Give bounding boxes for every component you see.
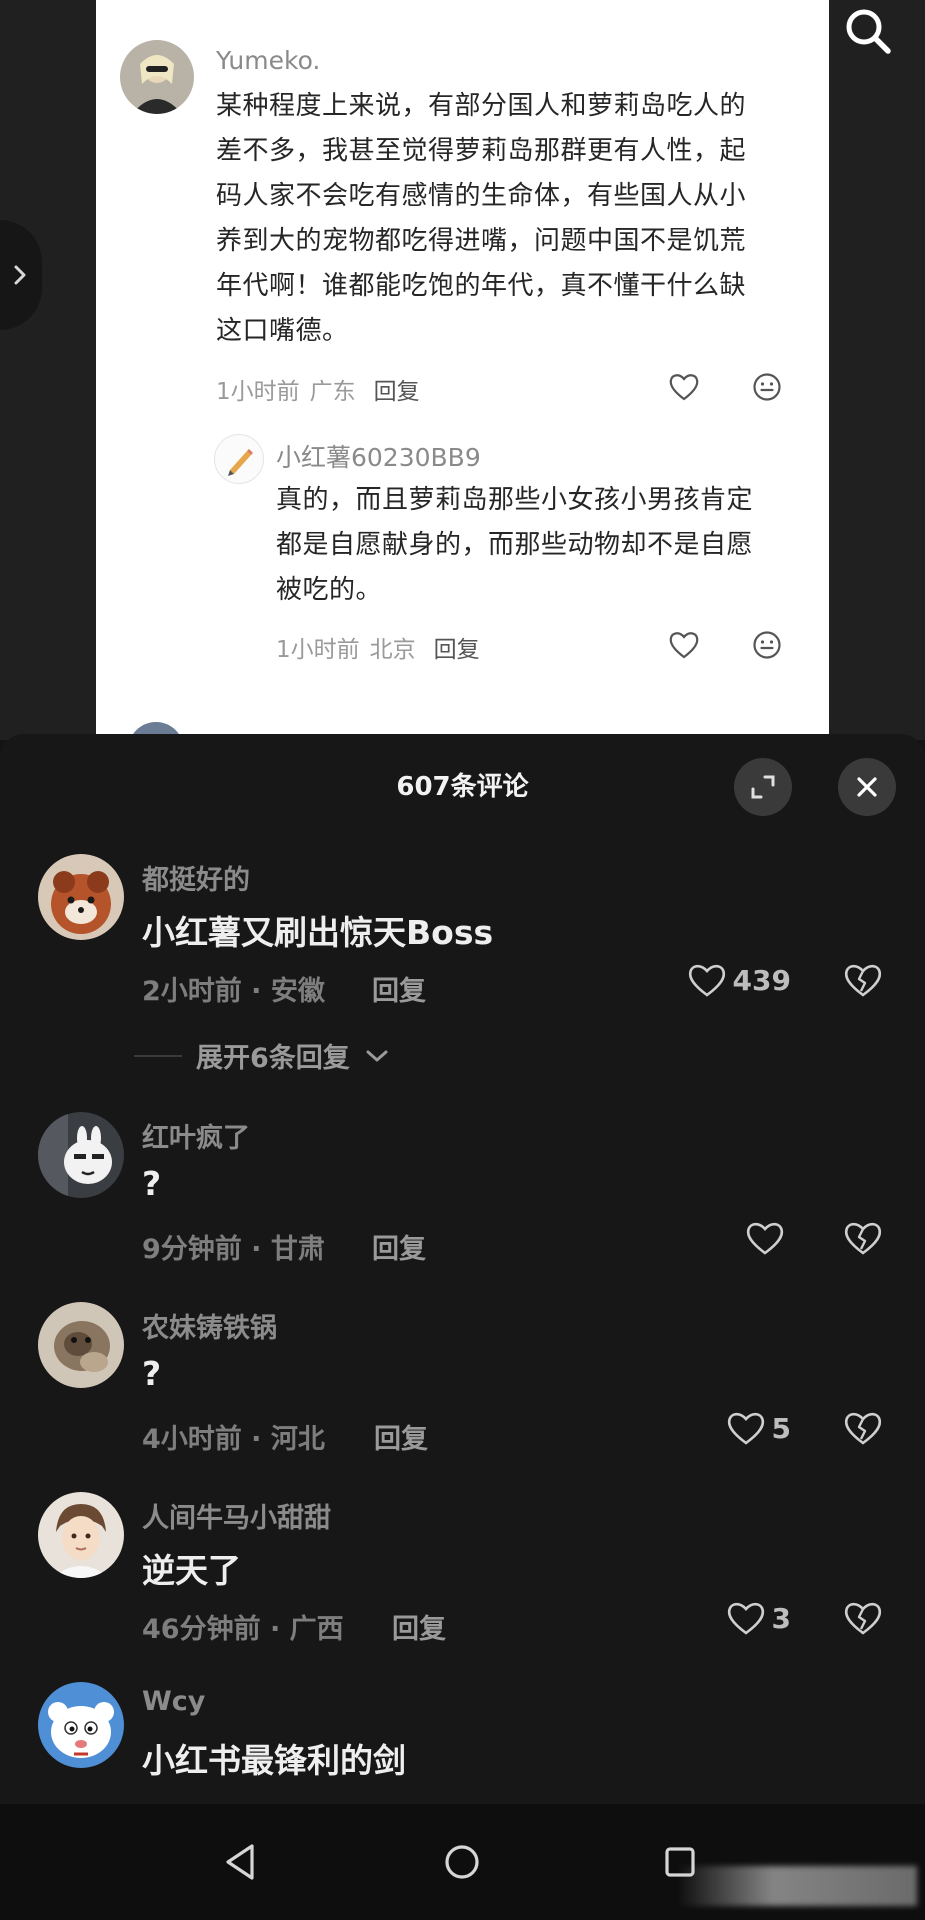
back-button[interactable] <box>216 1838 264 1886</box>
expand-icon <box>751 775 775 799</box>
back-triangle-icon <box>226 1844 254 1880</box>
close-button[interactable] <box>838 758 896 816</box>
comment-text: 逆天了 <box>142 1551 241 1590</box>
heart-icon <box>746 1222 784 1255</box>
comment-text-line: 养到大的宠物都吃得进嘴，问题中国不是饥荒 <box>216 226 747 256</box>
comment-text-line: 差不多，我甚至觉得萝莉岛那群更有人性，起 <box>216 136 747 166</box>
comment-username[interactable]: 红叶疯了 <box>142 1116 250 1155</box>
smile-icon[interactable] <box>752 630 782 660</box>
comment-item: 农妹铸铁锅 ? 4小时前 · 河北 回复 5 <box>0 1302 925 1482</box>
divider <box>134 1054 182 1057</box>
comment-time: 1小时前 <box>216 379 300 405</box>
system-nav-bar <box>0 1804 925 1920</box>
side-drawer-tab[interactable] <box>0 220 42 330</box>
heart-icon <box>727 1412 764 1445</box>
comments-sheet: 607条评论 都挺好的 小红薯又刷出惊天Boss 2小时前 · 安徽 回复 43… <box>0 734 925 1804</box>
background-post-area: Yumeko. 某种程度上来说，有部分国人和萝莉岛吃人的 差不多，我甚至觉得萝莉… <box>0 0 925 740</box>
dislike-button[interactable] <box>843 962 883 1002</box>
comment-text: 小红书最锋利的剑 <box>142 1741 406 1780</box>
blurred-watermark <box>677 1866 917 1906</box>
comment-username[interactable]: 都挺好的 <box>142 858 250 897</box>
comment-meta: 4小时前 · 河北 <box>142 1424 325 1455</box>
heart-icon <box>727 1602 764 1635</box>
search-button[interactable] <box>832 0 904 62</box>
avatar[interactable] <box>38 1682 124 1768</box>
smile-icon[interactable] <box>752 372 782 402</box>
comment-item: Wcy 小红书最锋利的剑 <box>0 1682 925 1804</box>
reply-text-line: 真的，而且萝莉岛那些小女孩小男孩肯定 <box>276 485 754 515</box>
chevron-down-icon <box>366 1050 388 1061</box>
broken-heart-icon <box>844 1222 882 1255</box>
dislike-button[interactable] <box>843 1410 883 1450</box>
reply-meta: 1小时前 北京 回复 <box>276 630 480 664</box>
comment-text: ? <box>142 1354 162 1393</box>
close-icon <box>857 777 877 797</box>
reply-button[interactable]: 回复 <box>374 1417 428 1456</box>
reply-text-line: 被吃的。 <box>276 575 383 605</box>
reply-time: 1小时前 <box>276 637 360 663</box>
like-count: 3 <box>771 1601 791 1635</box>
chevron-right-icon <box>14 265 26 285</box>
comment-meta: 46分钟前 · 广西 <box>142 1614 344 1645</box>
reply-username[interactable]: 小红薯60230BB9 <box>276 438 481 474</box>
heart-icon <box>688 964 725 997</box>
comment-item: 红叶疯了 ? 9分钟前 · 甘肃 回复 <box>0 1112 925 1292</box>
heart-icon[interactable] <box>668 372 700 402</box>
reply-location: 北京 <box>369 637 416 663</box>
expand-button[interactable] <box>734 758 792 816</box>
dislike-button[interactable] <box>843 1220 883 1260</box>
broken-heart-icon <box>844 1412 882 1445</box>
home-button[interactable] <box>438 1838 486 1886</box>
comment-location: 广东 <box>309 379 356 405</box>
search-icon <box>846 9 891 54</box>
expand-replies[interactable]: 展开6条回复 <box>134 1036 390 1075</box>
like-count: 439 <box>732 963 791 997</box>
comment-username[interactable]: Wcy <box>142 1686 205 1717</box>
reply-button[interactable]: 回复 <box>374 372 420 406</box>
comment-meta: 2小时前 · 安徽 <box>142 976 325 1007</box>
avatar[interactable] <box>38 854 124 940</box>
like-button[interactable] <box>745 1220 791 1256</box>
heart-icon[interactable] <box>668 630 700 660</box>
comment-username[interactable]: 人间牛马小甜甜 <box>142 1496 331 1535</box>
comment-item: 都挺好的 小红薯又刷出惊天Boss 2小时前 · 安徽 回复 439 <box>0 854 925 1034</box>
avatar[interactable] <box>38 1112 124 1198</box>
comment-text: ? <box>142 1164 162 1203</box>
comment-text-line: 年代啊！谁都能吃饱的年代，真不懂干什么缺 <box>216 271 747 301</box>
post-card: Yumeko. 某种程度上来说，有部分国人和萝莉岛吃人的 差不多，我甚至觉得萝莉… <box>96 0 829 740</box>
reply-button[interactable]: 回复 <box>372 969 426 1008</box>
comment-text-line: 某种程度上来说，有部分国人和萝莉岛吃人的 <box>216 91 747 121</box>
like-button[interactable]: 3 <box>726 1600 791 1636</box>
comment-meta: 1小时前 广东 回复 <box>216 372 420 406</box>
comment-meta: 9分钟前 · 甘肃 <box>142 1234 325 1265</box>
avatar[interactable] <box>214 434 264 484</box>
home-circle-icon <box>445 1845 479 1879</box>
comment-text-line: 这口嘴德。 <box>216 316 349 346</box>
comment-item: 人间牛马小甜甜 逆天了 46分钟前 · 广西 回复 3 <box>0 1492 925 1672</box>
comment-text: 某种程度上来说，有部分国人和萝莉岛吃人的 差不多，我甚至觉得萝莉岛那群更有人性，… <box>216 84 816 354</box>
expand-replies-label: 展开6条回复 <box>196 1043 350 1074</box>
reply-button[interactable]: 回复 <box>392 1607 446 1646</box>
comment-text: 小红薯又刷出惊天Boss <box>142 913 494 952</box>
broken-heart-icon <box>844 964 882 997</box>
reply-button[interactable]: 回复 <box>372 1227 426 1266</box>
dislike-button[interactable] <box>843 1600 883 1640</box>
reply-text: 真的，而且萝莉岛那些小女孩小男孩肯定 都是自愿献身的，而那些动物却不是自愿 被吃… <box>276 478 816 613</box>
like-button[interactable]: 439 <box>687 962 791 998</box>
like-count: 5 <box>771 1411 791 1445</box>
like-button[interactable]: 5 <box>726 1410 791 1446</box>
broken-heart-icon <box>844 1602 882 1635</box>
comment-text-line: 码人家不会吃有感情的生命体，有些国人从小 <box>216 181 747 211</box>
reply-button[interactable]: 回复 <box>434 630 480 664</box>
avatar[interactable] <box>38 1492 124 1578</box>
avatar[interactable] <box>120 40 194 114</box>
avatar[interactable] <box>38 1302 124 1388</box>
comment-username[interactable]: Yumeko. <box>216 46 320 75</box>
reply-text-line: 都是自愿献身的，而那些动物却不是自愿 <box>276 530 754 560</box>
comment-username[interactable]: 农妹铸铁锅 <box>142 1306 277 1345</box>
